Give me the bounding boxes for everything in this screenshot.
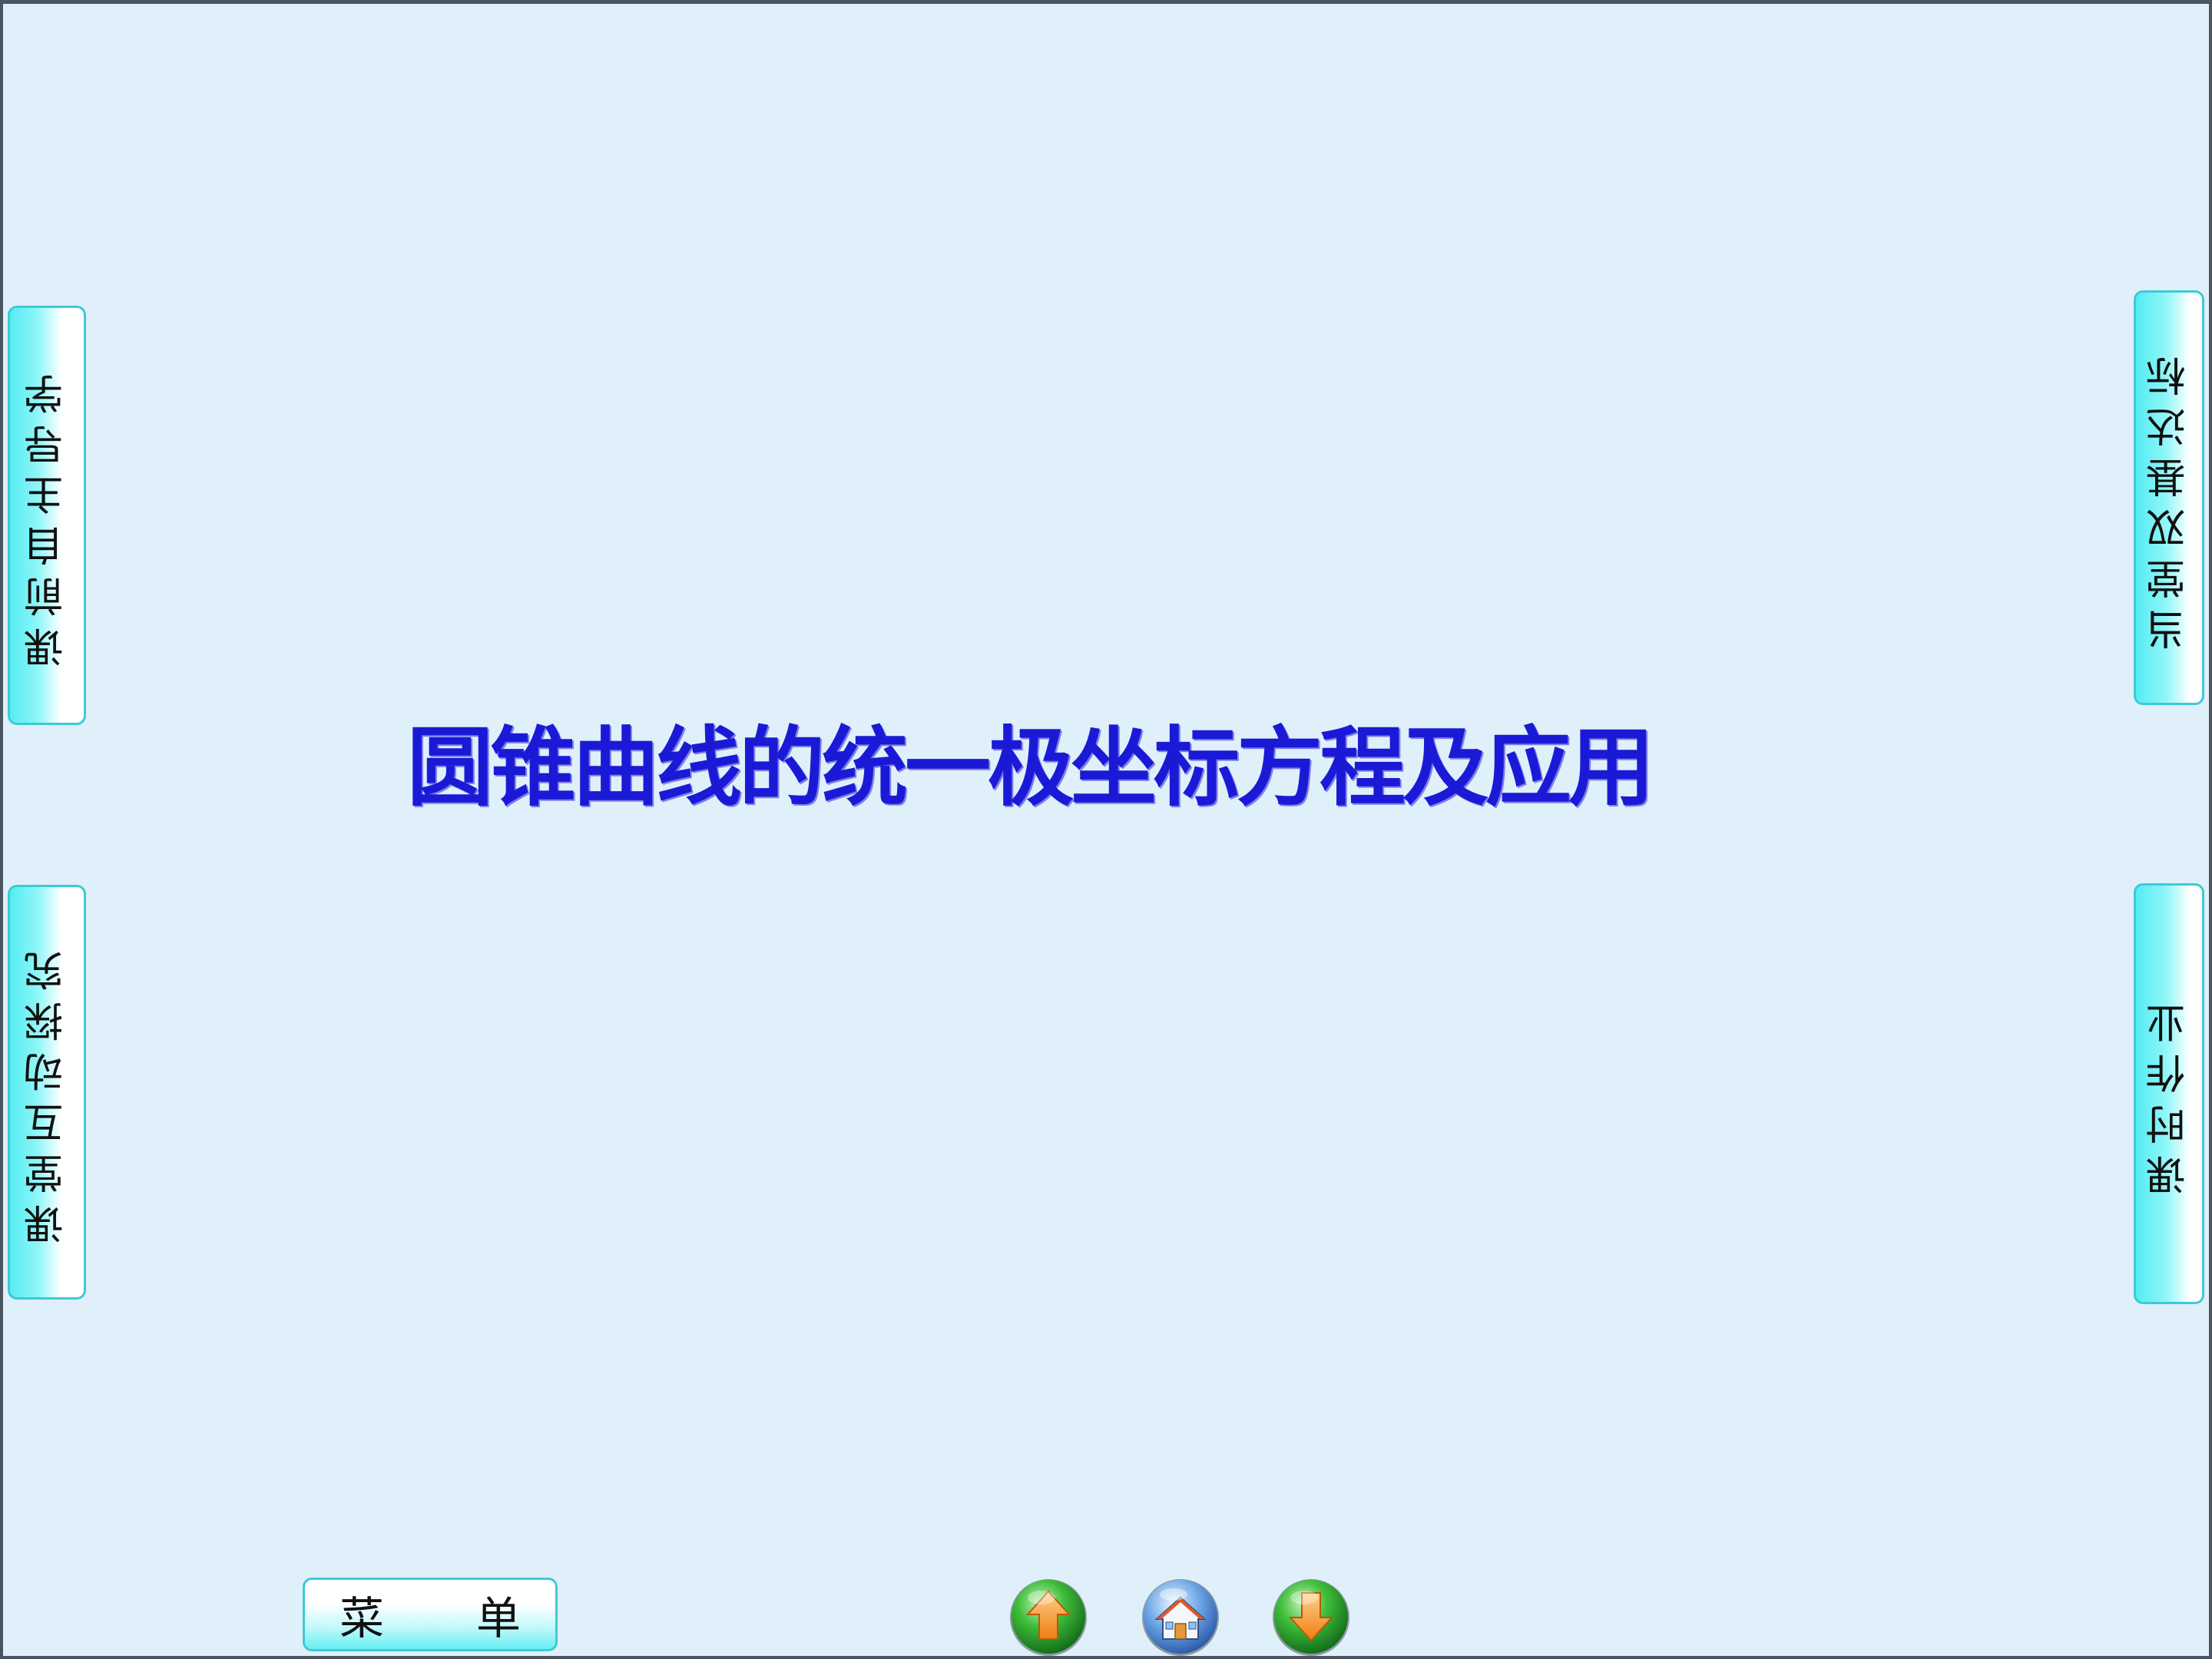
slide-title: 圆锥曲线的统一极坐标方程及应用 — [407, 718, 1654, 818]
tab-in-class-basics-label: 当堂双基达标 — [2146, 346, 2193, 650]
tab-class-interaction-label: 课堂互动探究 — [24, 940, 71, 1244]
tab-pre-class-study-label: 课前自主导学 — [24, 363, 71, 667]
tab-pre-class-study[interactable]: 课前自主导学 — [8, 306, 86, 725]
tab-homework[interactable]: 课时作业 — [2134, 883, 2204, 1304]
tab-homework-label: 课时作业 — [2146, 992, 2193, 1195]
home-icon — [1142, 1579, 1219, 1656]
tab-class-interaction[interactable]: 课堂互动探究 — [8, 885, 86, 1300]
slide-frame — [0, 0, 2212, 1659]
next-slide-button[interactable] — [1269, 1575, 1353, 1659]
menu-button-label: 菜单 — [339, 1592, 613, 1644]
down-arrow-icon — [1273, 1579, 1349, 1656]
tab-in-class-basics[interactable]: 当堂双基达标 — [2134, 290, 2204, 705]
up-arrow-icon — [1010, 1579, 1087, 1656]
menu-button[interactable]: 菜单 — [303, 1578, 558, 1651]
home-button[interactable] — [1138, 1575, 1223, 1659]
previous-slide-button[interactable] — [1006, 1575, 1091, 1659]
